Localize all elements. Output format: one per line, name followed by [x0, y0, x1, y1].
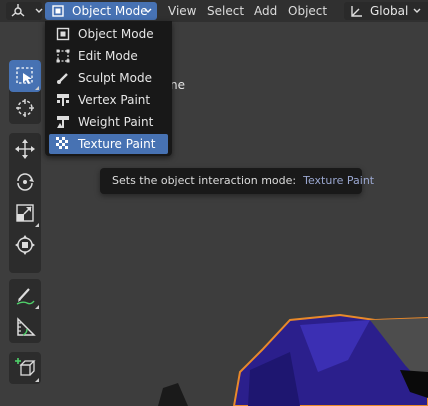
- mode-dropdown-menu: Object Mode Edit Mode Sculpt Mode Vertex…: [45, 21, 172, 156]
- tooltip-value: Texture Paint: [303, 174, 375, 187]
- tooltip: Sets the object interaction mode: Textur…: [100, 168, 374, 194]
- cursor-icon: [16, 99, 34, 117]
- menu-item-edit-mode[interactable]: Edit Mode: [49, 46, 168, 66]
- sculpt-mode-icon: [57, 73, 68, 84]
- scale-icon: [16, 204, 34, 222]
- toolbar-group-annotate: [9, 279, 41, 343]
- tool-variants-corner: [35, 378, 39, 382]
- orientation-label: Global: [370, 4, 409, 18]
- transform-orientation-button[interactable]: Global: [344, 2, 428, 20]
- toolbar-group-select: [9, 60, 41, 124]
- menu-item-object-mode[interactable]: Object Mode: [49, 24, 168, 44]
- select-box-icon: [16, 67, 33, 84]
- menu-item-label: Vertex Paint: [78, 93, 151, 107]
- move-icon: [15, 139, 35, 159]
- toolbar-group-add: [9, 352, 41, 384]
- transform-icon: [15, 235, 35, 255]
- measure-icon: [17, 317, 36, 336]
- tool-scale[interactable]: [9, 197, 41, 229]
- chevron-down-icon: [413, 8, 421, 13]
- tool-variants-corner: [35, 223, 39, 227]
- 3d-viewport-icon: [11, 4, 25, 17]
- menu-select[interactable]: Select: [207, 4, 244, 18]
- object-mode-icon: [52, 5, 64, 17]
- rotate-icon: [17, 173, 34, 191]
- menu-add[interactable]: Add: [254, 4, 277, 18]
- viewport-header: Object Mode View Select Add Object Globa…: [0, 0, 428, 22]
- tool-measure[interactable]: [9, 311, 41, 343]
- mesh-dark-piece: [158, 383, 188, 406]
- add-cube-icon: [15, 358, 36, 376]
- chevron-down-icon: [144, 8, 152, 13]
- chevron-down-icon: [35, 8, 43, 13]
- menu-item-label: Sculpt Mode: [78, 71, 152, 85]
- vertex-paint-icon: [57, 94, 69, 106]
- tool-variants-corner: [35, 86, 39, 90]
- tooltip-text: Sets the object interaction mode: Textur…: [112, 174, 374, 187]
- weight-paint-icon: [57, 116, 69, 128]
- menu-view[interactable]: View: [168, 4, 196, 18]
- tool-variants-corner: [35, 305, 39, 309]
- tool-cursor[interactable]: [9, 92, 41, 124]
- menu-item-label: Texture Paint: [78, 137, 156, 151]
- menu-object[interactable]: Object: [288, 4, 327, 18]
- menu-item-sculpt-mode[interactable]: Sculpt Mode: [49, 68, 168, 88]
- menu-item-weight-paint[interactable]: Weight Paint: [49, 112, 168, 132]
- annotate-icon: [16, 288, 35, 305]
- object-mode-icon: [56, 27, 70, 41]
- tool-move[interactable]: [9, 133, 41, 165]
- menu-item-label: Edit Mode: [78, 49, 138, 63]
- mode-selector-button[interactable]: Object Mode: [45, 2, 157, 20]
- viewport-overlay-text: ne: [170, 78, 185, 92]
- toolbar-group-transform: [9, 133, 41, 273]
- editor-type-button[interactable]: [6, 2, 43, 20]
- menu-item-texture-paint[interactable]: Texture Paint: [49, 134, 168, 154]
- tool-annotate[interactable]: [9, 279, 41, 311]
- edit-mode-icon: [56, 49, 70, 63]
- tool-transform[interactable]: [9, 229, 41, 261]
- texture-paint-icon: [56, 137, 68, 149]
- orientation-axes-icon: [351, 6, 362, 17]
- menu-item-label: Object Mode: [78, 27, 154, 41]
- tool-select-box[interactable]: [9, 60, 41, 92]
- mode-selector-label: Object Mode: [72, 4, 148, 18]
- tooltip-description: Sets the object interaction mode:: [112, 174, 297, 187]
- menu-item-label: Weight Paint: [78, 115, 154, 129]
- tool-rotate[interactable]: [9, 165, 41, 197]
- tool-add-cube[interactable]: [9, 352, 41, 384]
- menu-item-vertex-paint[interactable]: Vertex Paint: [49, 90, 168, 110]
